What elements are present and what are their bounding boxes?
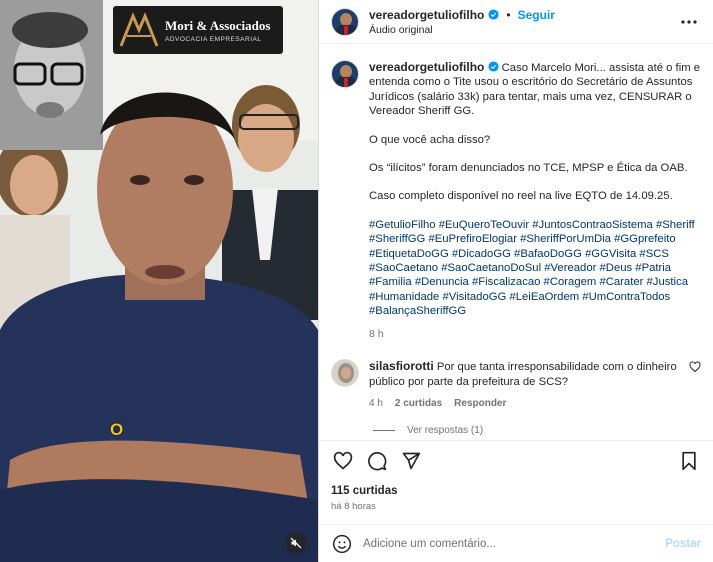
logo-subtitle: ADVOCACIA EMPRESARIAL	[165, 35, 262, 43]
mute-button[interactable]	[285, 532, 307, 554]
separator-dot: •	[506, 7, 511, 22]
post-comment-button[interactable]: Postar	[665, 538, 701, 550]
comment-input[interactable]	[363, 537, 666, 550]
video-player[interactable]: Mori & Associados ADVOCACIA EMPRESARIAL …	[0, 0, 318, 562]
video-caption: O	[110, 420, 124, 439]
author-username[interactable]: vereadorgetuliofilho	[369, 8, 484, 22]
avatar[interactable]	[331, 359, 359, 388]
view-replies-button[interactable]: Ver respostas (1)	[373, 425, 701, 436]
verified-badge-icon	[488, 9, 499, 20]
verified-badge-icon	[487, 61, 499, 72]
comment-composer: Postar	[319, 524, 713, 562]
caption-hashtags[interactable]: #GetulioFilho #EuQueroTeOuvir #JuntosCon…	[369, 218, 701, 319]
bookmark-icon	[682, 451, 696, 471]
emoji-icon	[332, 534, 352, 553]
comment-like-heart-icon[interactable]	[689, 361, 701, 373]
avatar[interactable]	[331, 7, 359, 36]
posted-time: há 8 horas	[331, 501, 376, 512]
post-panel: vereadorgetuliofilho • Seguir Áudio orig…	[318, 0, 713, 562]
logo-title: Mori & Associados	[165, 17, 271, 33]
emoji-button[interactable]	[331, 533, 353, 555]
caption-availability: Caso completo disponível no reel na live…	[369, 190, 673, 203]
caption-denunciation: Os “ilícitos” foram denunciados no TCE, …	[369, 162, 688, 175]
like-button[interactable]	[331, 449, 355, 473]
post-header: vereadorgetuliofilho • Seguir Áudio orig…	[319, 0, 713, 44]
audio-link[interactable]: Áudio original	[369, 24, 677, 36]
post-caption: vereadorgetuliofilho Caso Marcelo Mori..…	[331, 60, 701, 341]
caption-username[interactable]: vereadorgetuliofilho	[369, 60, 484, 74]
more-horizontal-icon	[681, 19, 697, 24]
comment-item: silasfiorotti Por que tanta irresponsabi…	[331, 359, 701, 411]
comment-likes[interactable]: 2 curtidas	[395, 397, 442, 411]
share-button[interactable]	[399, 449, 423, 473]
video-frame	[0, 0, 318, 562]
post-time: 8 h	[369, 327, 384, 340]
comment-time: 4 h	[369, 397, 383, 409]
avatar[interactable]	[331, 60, 359, 88]
comment-bubble-icon	[368, 452, 387, 471]
more-options-button[interactable]	[677, 10, 701, 34]
logo-mark-icon	[119, 12, 159, 47]
actions-bar: 115 curtidas há 8 horas	[319, 440, 713, 524]
view-replies-label: Ver respostas (1)	[407, 425, 484, 437]
paper-plane-icon	[402, 452, 421, 470]
save-button[interactable]	[677, 449, 701, 473]
follow-button[interactable]: Seguir	[518, 8, 555, 22]
likes-count[interactable]: 115 curtidas	[331, 485, 701, 497]
heart-icon	[333, 451, 353, 470]
comment-username[interactable]: silasfiorotti	[369, 359, 434, 373]
comment-button[interactable]	[365, 449, 389, 473]
comments-section[interactable]: vereadorgetuliofilho Caso Marcelo Mori..…	[319, 44, 713, 440]
speaker-muted-icon	[290, 537, 302, 549]
law-firm-logo: Mori & Associados ADVOCACIA EMPRESARIAL	[113, 6, 283, 54]
caption-question: O que você acha disso?	[369, 133, 491, 146]
reply-button[interactable]: Responder	[454, 397, 506, 411]
